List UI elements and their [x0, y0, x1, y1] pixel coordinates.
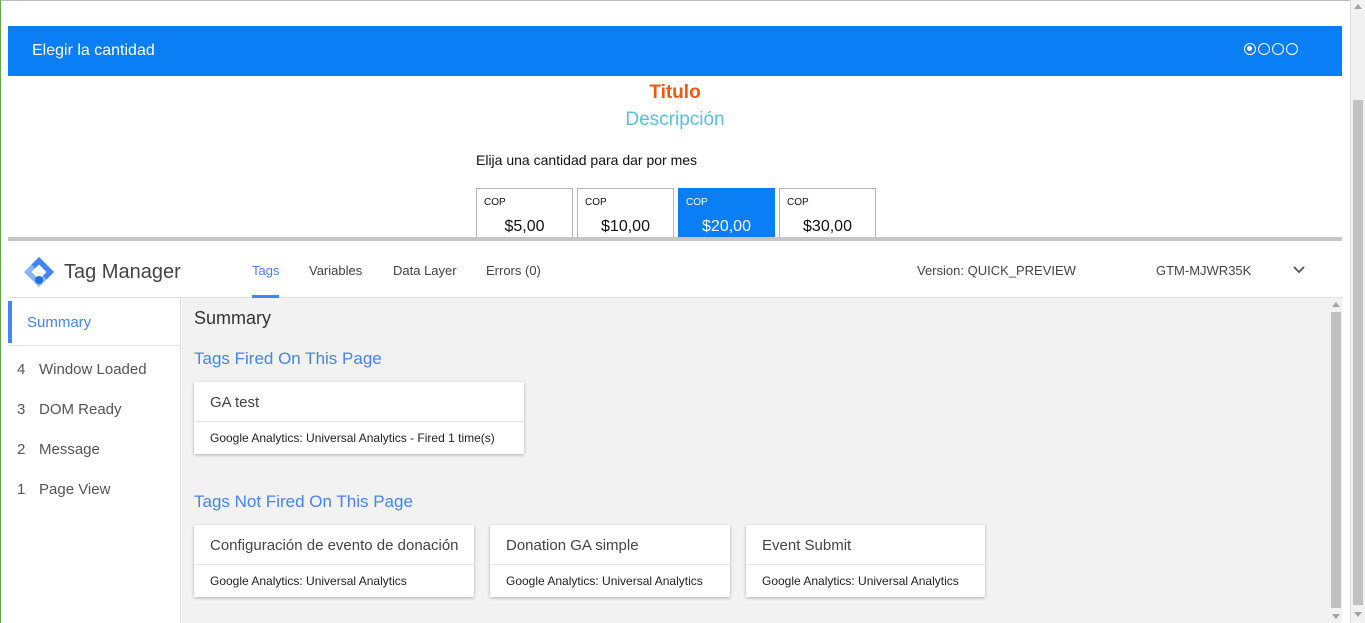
page-scrollbar[interactable] [1350, 0, 1365, 623]
version-label: Version: QUICK_PREVIEW [917, 263, 1076, 278]
sidebar-divider [8, 345, 180, 346]
card-divider [490, 564, 730, 565]
event-label: Window Loaded [39, 361, 147, 378]
tag-type: Google Analytics: Universal Analytics [762, 574, 959, 588]
widget-title: Titulo [649, 82, 701, 103]
tag-card-ga-test[interactable]: GA test Google Analytics: Universal Anal… [194, 382, 524, 454]
event-number: 3 [17, 401, 26, 418]
tag-card-event-submit[interactable]: Event Submit Google Analytics: Universal… [746, 525, 985, 597]
event-number: 4 [17, 361, 26, 378]
tab-variables[interactable]: Variables [309, 263, 362, 278]
tag-type: Google Analytics: Universal Analytics [210, 574, 407, 588]
step-dot-4[interactable] [1286, 43, 1298, 55]
not-fired-tags-title: Tags Not Fired On This Page [194, 492, 413, 511]
event-sidebar: Summary 4 Window Loaded 3 DOM Ready 2 Messa… [8, 298, 181, 623]
step-dot-1[interactable] [1244, 43, 1256, 55]
amount-prompt: Elija una cantidad para dar por mes [476, 152, 698, 168]
step-indicator [1244, 43, 1298, 55]
amount-value: $5,00 [504, 218, 545, 235]
amount-currency: COP [686, 197, 708, 208]
scrollbar-thumb[interactable] [1353, 100, 1363, 605]
card-divider [194, 421, 524, 422]
donation-header-title: Elegir la cantidad [32, 42, 155, 59]
chevron-down-icon[interactable] [1291, 261, 1307, 277]
sidebar-item-message[interactable]: 2 Message [17, 441, 100, 458]
content-scrollbar[interactable] [1330, 298, 1342, 623]
card-divider [746, 564, 985, 565]
widget-description: Descripción [625, 109, 725, 130]
event-label: DOM Ready [39, 401, 122, 418]
tag-name: Event Submit [762, 537, 852, 554]
summary-content: Summary Tags Fired On This Page GA test … [182, 298, 1342, 623]
scroll-down-arrow-icon[interactable] [1332, 614, 1340, 619]
amount-option-10[interactable]: COP $10,00 [577, 188, 674, 238]
tag-manager-debug-panel: Tag Manager Tags Variables Data Layer Er… [8, 237, 1342, 623]
tab-data-layer[interactable]: Data Layer [393, 263, 457, 278]
card-divider [194, 564, 474, 565]
tag-name: Donation GA simple [506, 537, 639, 554]
event-label: Page View [39, 481, 111, 498]
scroll-up-arrow-icon[interactable] [1332, 302, 1340, 307]
sidebar-item-dom-ready[interactable]: 3 DOM Ready [17, 401, 122, 418]
tag-manager-diamond-icon [24, 257, 54, 287]
amount-currency: COP [585, 197, 607, 208]
tag-card-config-evento[interactable]: Configuración de evento de donación Goog… [194, 525, 474, 597]
sidebar-summary-label: Summary [27, 314, 92, 331]
donation-header-bar: Elegir la cantidad [8, 26, 1342, 76]
tag-name: GA test [210, 394, 260, 411]
sidebar-item-window-loaded[interactable]: 4 Window Loaded [17, 361, 147, 378]
amount-currency: COP [484, 197, 506, 208]
amount-value: $20,00 [702, 218, 751, 235]
amount-option-20[interactable]: COP $20,00 [678, 188, 775, 238]
tab-tags[interactable]: Tags [252, 263, 279, 278]
product-name: Tag Manager [64, 261, 181, 283]
amount-currency: COP [787, 197, 809, 208]
page-top-border [0, 0, 1350, 1]
amount-option-5[interactable]: COP $5,00 [476, 188, 573, 238]
tag-type: Google Analytics: Universal Analytics [506, 574, 703, 588]
amount-option-30[interactable]: COP $30,00 [779, 188, 876, 238]
tag-name: Configuración de evento de donación [210, 537, 459, 554]
tab-errors[interactable]: Errors (0) [486, 263, 541, 278]
step-dot-3[interactable] [1272, 43, 1284, 55]
fired-tags-title: Tags Fired On This Page [194, 349, 382, 368]
amount-value: $10,00 [601, 218, 650, 235]
page-title: Summary [194, 308, 272, 328]
event-label: Message [39, 441, 100, 458]
tag-type: Google Analytics: Universal Analytics - … [210, 431, 495, 445]
scrollbar-thumb[interactable] [1331, 312, 1341, 608]
sidebar-item-page-view[interactable]: 1 Page View [17, 481, 110, 498]
scroll-up-arrow-icon[interactable] [1354, 4, 1362, 9]
step-dot-2[interactable] [1258, 43, 1270, 55]
sidebar-item-summary[interactable]: Summary [8, 301, 181, 343]
amount-value: $30,00 [803, 218, 852, 235]
gtm-header: Tag Manager Tags Variables Data Layer Er… [8, 241, 1342, 298]
event-number: 2 [17, 441, 26, 458]
container-id: GTM-MJWR35K [1156, 263, 1252, 278]
tag-card-donation-ga-simple[interactable]: Donation GA simple Google Analytics: Uni… [490, 525, 730, 597]
scroll-down-arrow-icon[interactable] [1354, 612, 1362, 617]
event-number: 1 [17, 481, 26, 498]
